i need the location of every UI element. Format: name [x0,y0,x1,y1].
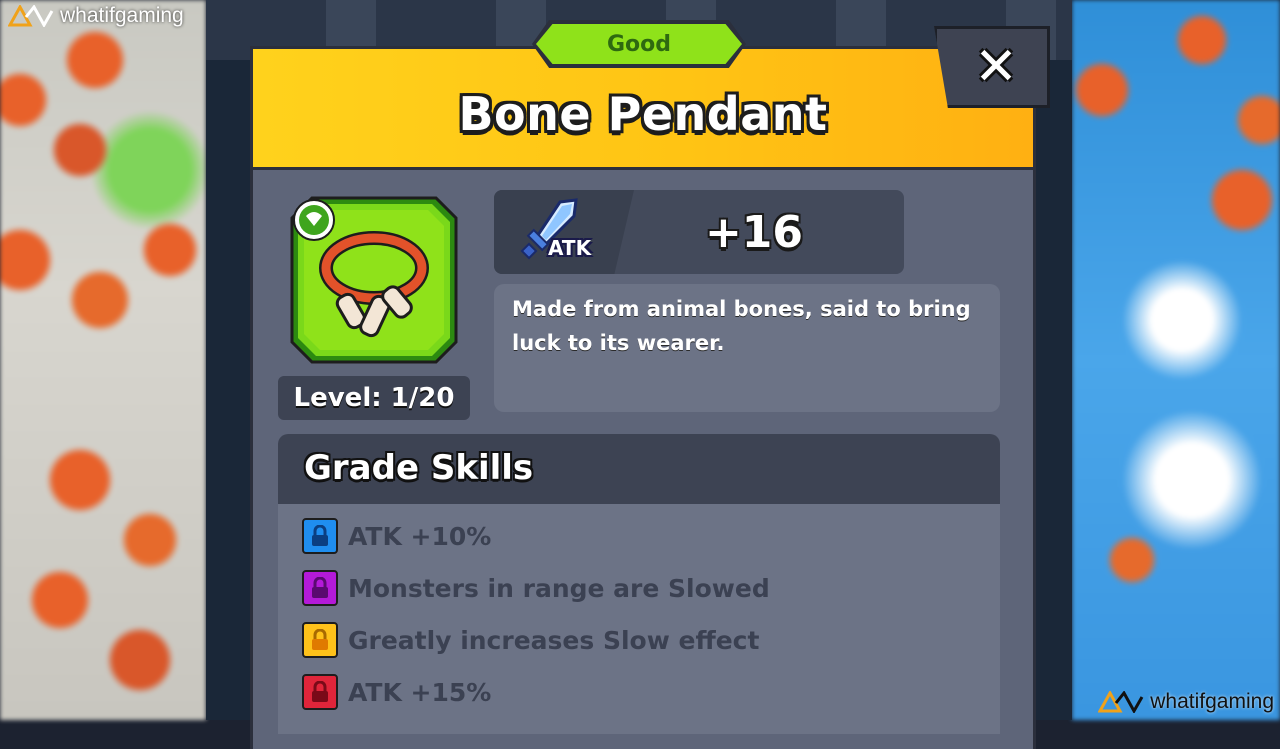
grade-tab: Good [536,24,742,64]
skill-text: Monsters in range are Slowed [348,573,770,603]
background-left [0,0,206,720]
skill-text: ATK +10% [348,521,492,551]
item-title: Bone Pendant [458,87,828,141]
skill-row: Greatly increases Slow effect [302,620,759,660]
skill-row: ATK +10% [302,516,491,556]
lock-icon [302,570,338,606]
stat-label: ATK [548,236,592,260]
watermark-top: whatifgaming [8,4,184,28]
watermark-bottom: whatifgaming [1098,690,1274,714]
skill-row: Monsters in range are Slowed [302,568,770,608]
bone-pendant-icon [290,196,458,364]
lock-icon [302,674,338,710]
watermark-text: whatifgaming [1150,690,1274,713]
description-box: Made from animal bones, said to bring lu… [494,284,1000,412]
whatifgaming-logo-icon [8,5,54,27]
skill-text: ATK +15% [348,677,492,707]
lock-icon [302,622,338,658]
stat-value: +16 [704,206,804,258]
grade-skills-panel: Grade Skills ATK +10% Monsters in range … [278,434,1000,734]
item-level: Level: 1/20 [278,376,470,420]
skill-row: ATK +15% [302,672,491,712]
grade-skills-title: Grade Skills [304,448,534,488]
grade-skills-header: Grade Skills [278,434,1000,504]
item-description: Made from animal bones, said to bring lu… [512,297,971,355]
grade-label: Good [606,31,672,57]
close-icon[interactable]: ✕ [974,41,1018,93]
skill-text: Greatly increases Slow effect [348,625,760,655]
watermark-text: whatifgaming [60,4,184,27]
whatifgaming-logo-icon [1098,691,1144,713]
lock-icon [302,518,338,554]
close-button[interactable]: ✕ [934,26,1050,108]
background-right [1072,0,1280,720]
